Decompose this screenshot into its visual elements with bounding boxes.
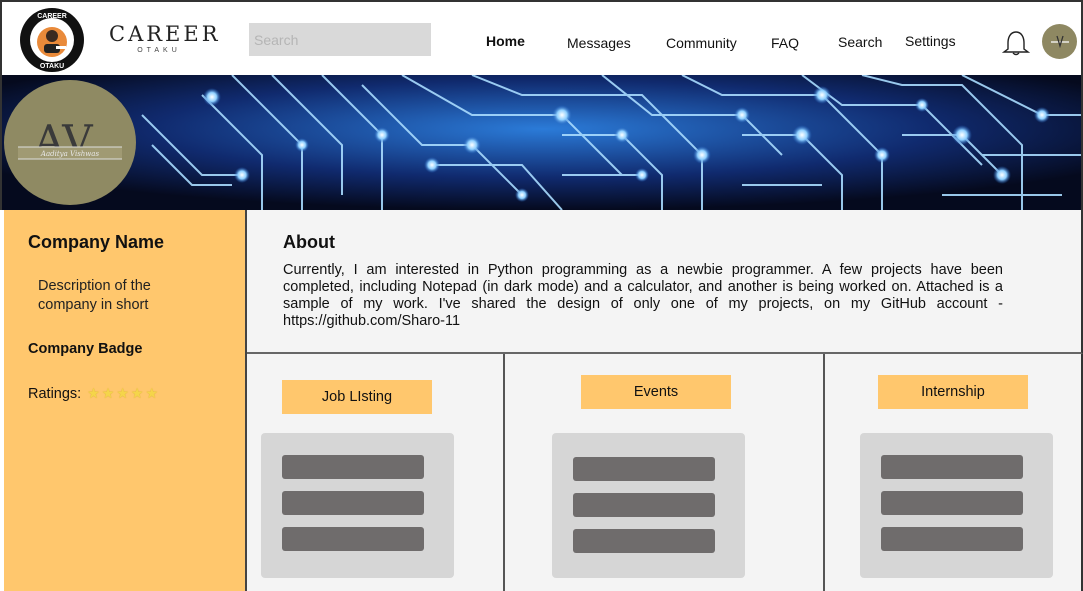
star-icon: ★ xyxy=(145,385,159,401)
list-item[interactable] xyxy=(282,527,424,551)
company-description: Description of the company in short xyxy=(38,278,151,313)
star-icon: ★ xyxy=(116,385,129,401)
cover-banner xyxy=(0,75,1083,210)
internship-panel: Internship xyxy=(825,354,1083,591)
company-name: Company Name xyxy=(28,232,165,252)
logo-text-top: CAREER xyxy=(37,13,67,20)
list-item[interactable] xyxy=(881,527,1023,551)
user-avatar[interactable] xyxy=(1042,24,1077,59)
events-card[interactable] xyxy=(552,433,745,578)
nav-search[interactable]: Search xyxy=(838,34,882,50)
about-title: About xyxy=(283,232,335,252)
top-navbar: CAREER OTAKU CAREER OTAKU Home Messages … xyxy=(0,0,1083,75)
circuit-board-image xyxy=(2,75,1081,210)
star-icon: ★ xyxy=(87,385,100,401)
bell-icon[interactable] xyxy=(1002,30,1030,56)
list-item[interactable] xyxy=(282,491,424,515)
events-panel: Events xyxy=(505,354,825,591)
internship-button[interactable]: Internship xyxy=(878,375,1028,409)
job-listing-card[interactable] xyxy=(261,433,454,578)
star-icon: ★ xyxy=(101,385,115,401)
profile-signature: Aaditya Vishwas xyxy=(40,150,100,158)
nav-faq[interactable]: FAQ xyxy=(771,35,799,51)
job-listing-panel: Job LIsting xyxy=(247,354,505,591)
ratings: Ratings: ★ ★ ★ ★ ★ xyxy=(28,385,158,402)
logo-emblem-icon: CAREER OTAKU xyxy=(21,9,83,71)
about-text: Currently, I am interested in Python pro… xyxy=(283,262,1003,329)
avatar-monogram-icon xyxy=(1051,35,1069,49)
profile-avatar[interactable]: AV Aaditya Vishwas xyxy=(4,80,136,205)
list-item[interactable] xyxy=(282,455,424,479)
nav-community[interactable]: Community xyxy=(666,35,737,51)
job-listing-button[interactable]: Job LIsting xyxy=(282,380,432,414)
events-button[interactable]: Events xyxy=(581,375,731,409)
list-item[interactable] xyxy=(573,457,715,481)
rating-stars: ★ ★ ★ ★ ★ xyxy=(87,385,158,402)
search-input[interactable] xyxy=(249,23,431,56)
monogram-logo-icon: AV Aaditya Vishwas xyxy=(18,116,122,165)
logo-text-bottom: OTAKU xyxy=(40,63,64,70)
list-item[interactable] xyxy=(881,455,1023,479)
brand-subtitle: OTAKU xyxy=(137,47,181,54)
ratings-label: Ratings: xyxy=(28,385,82,402)
nav-home[interactable]: Home xyxy=(486,33,525,49)
about-section: About Currently, I am interested in Pyth… xyxy=(247,210,1083,354)
company-badge: Company Badge xyxy=(28,341,143,357)
list-item[interactable] xyxy=(573,529,715,553)
company-sidebar: Company Name Description of the company … xyxy=(4,210,247,591)
list-item[interactable] xyxy=(881,491,1023,515)
brand-title: CAREER xyxy=(109,22,221,46)
brand-wordmark: CAREER OTAKU xyxy=(109,22,221,54)
internship-card[interactable] xyxy=(860,433,1053,578)
nav-settings[interactable]: Settings xyxy=(905,33,956,49)
nav-messages[interactable]: Messages xyxy=(567,35,631,51)
list-item[interactable] xyxy=(573,493,715,517)
star-icon: ★ xyxy=(130,385,144,401)
career-otaku-logo[interactable]: CAREER OTAKU xyxy=(20,8,84,72)
